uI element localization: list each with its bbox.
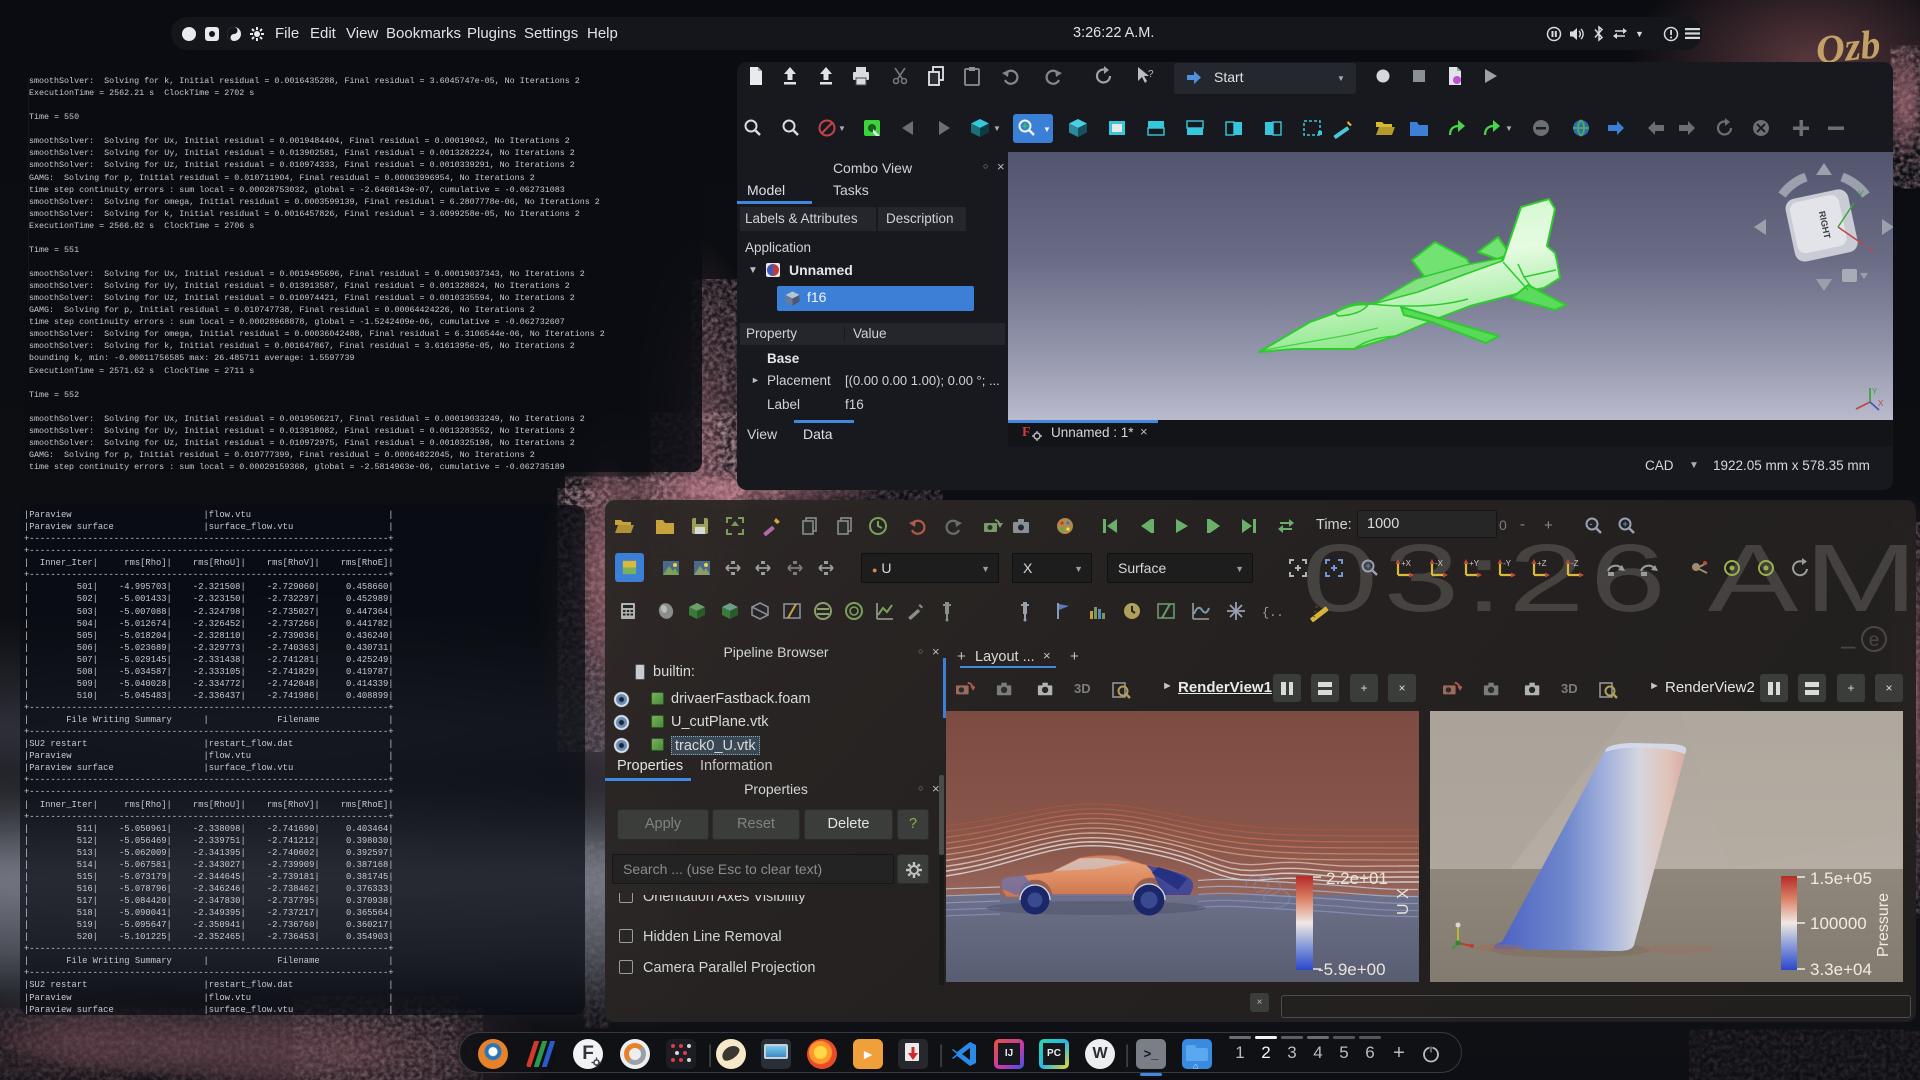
- svg-text:+: +: [1366, 561, 1371, 571]
- svg-text:+Z: +Z: [1537, 559, 1547, 568]
- svg-text:X: X: [1868, 245, 1874, 255]
- svg-text:X: X: [1878, 399, 1884, 408]
- svg-text:2.2e+01: 2.2e+01: [1326, 869, 1388, 888]
- svg-text:+X: +X: [1401, 559, 1412, 568]
- svg-text:U X: U X: [1395, 888, 1412, 915]
- svg-text:-Y: -Y: [1503, 559, 1512, 568]
- svg-text:+: +: [1022, 122, 1028, 133]
- svg-text:+: +: [1623, 519, 1628, 529]
- svg-text:3.3e+04: 3.3e+04: [1810, 960, 1872, 979]
- svg-text:-5.9e+00: -5.9e+00: [1318, 960, 1386, 979]
- svg-text:-Z: -Z: [1571, 559, 1579, 568]
- svg-text:-: -: [1590, 519, 1593, 529]
- svg-text:Y: Y: [1858, 189, 1864, 199]
- svg-text:Pressure: Pressure: [1875, 893, 1892, 957]
- svg-text:{..}: {..}: [1262, 606, 1282, 620]
- svg-text:-X: -X: [1435, 559, 1444, 568]
- svg-text:Y: Y: [1872, 387, 1878, 396]
- svg-text:?: ?: [1148, 69, 1154, 80]
- svg-text:100000: 100000: [1810, 914, 1867, 933]
- svg-text:+Y: +Y: [1469, 559, 1480, 568]
- svg-text:1.5e+05: 1.5e+05: [1810, 869, 1872, 888]
